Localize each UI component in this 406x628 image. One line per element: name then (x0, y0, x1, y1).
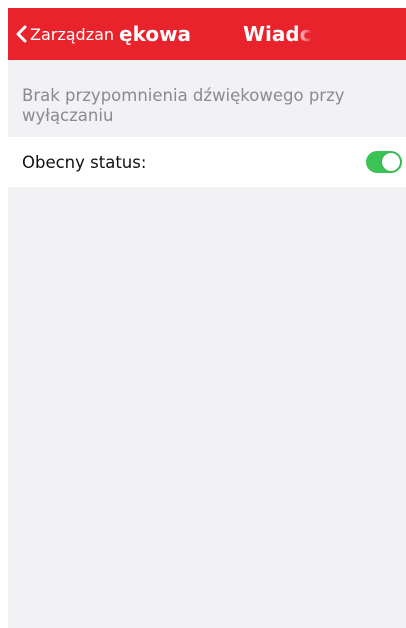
screen: Zarządzan ękowa Wiadc Brak przypomnienia… (0, 0, 406, 628)
toggle-knob (382, 153, 400, 171)
overlapping-title: ękowa (117, 8, 192, 60)
page-title: Wiadc (243, 22, 312, 46)
content-area: Zarządzan ękowa Wiadc Brak przypomnienia… (8, 8, 406, 628)
navigation-bar: Zarządzan ękowa Wiadc (8, 8, 406, 60)
status-toggle[interactable] (366, 151, 402, 173)
chevron-left-icon (16, 25, 27, 43)
back-button[interactable]: Zarządzan (14, 8, 114, 60)
back-button-label: Zarządzan (30, 24, 115, 44)
status-row: Obecny status: (8, 137, 406, 187)
status-label: Obecny status: (22, 152, 147, 172)
notice-description: Brak przypomnienia dźwiękowego przy wyłą… (22, 86, 345, 125)
